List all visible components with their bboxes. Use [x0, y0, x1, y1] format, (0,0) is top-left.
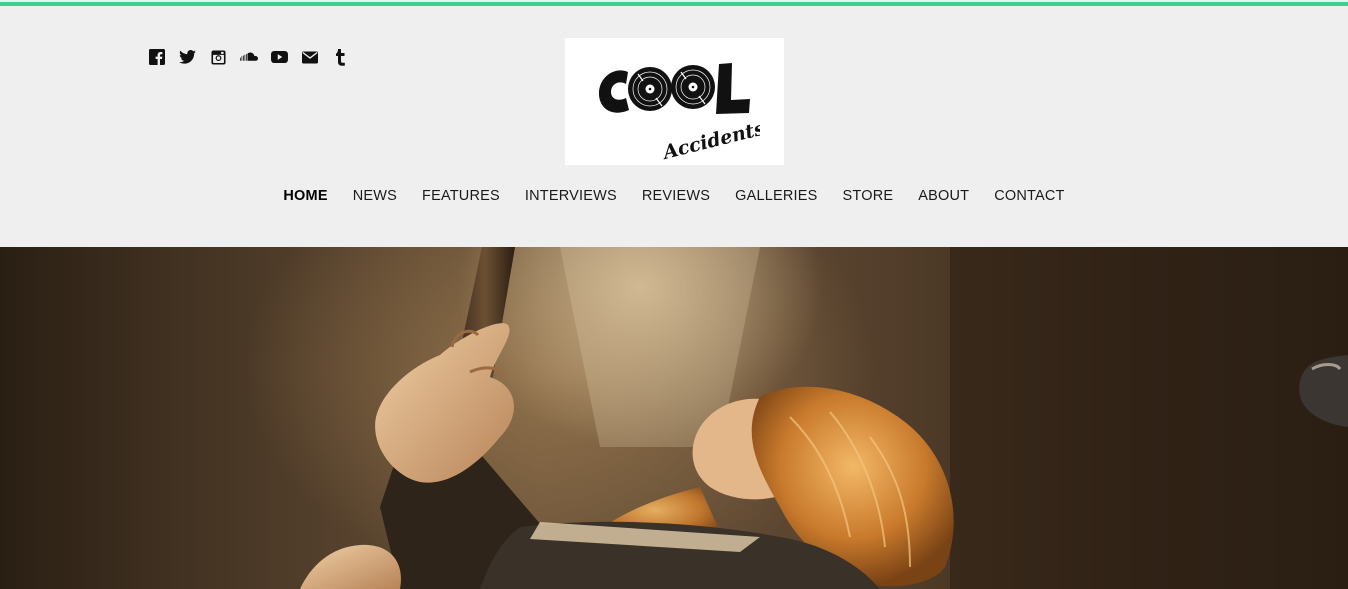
- social-links: [148, 47, 362, 67]
- concert-photo: [300, 247, 1348, 589]
- nav-item-store[interactable]: STORE: [843, 188, 894, 204]
- site-logo[interactable]: Accidents: [565, 38, 784, 165]
- nav-item-about[interactable]: ABOUT: [918, 188, 969, 204]
- tumblr-icon[interactable]: [332, 48, 350, 66]
- soundcloud-icon[interactable]: [239, 48, 258, 66]
- facebook-icon[interactable]: [148, 48, 166, 66]
- nav-list: HOME NEWS FEATURES INTERVIEWS REVIEWS GA…: [271, 188, 1077, 204]
- email-icon[interactable]: [301, 48, 319, 66]
- nav-item-interviews[interactable]: INTERVIEWS: [525, 188, 617, 204]
- nav-item-galleries[interactable]: GALLERIES: [735, 188, 817, 204]
- logo-subtitle: Accidents: [659, 117, 760, 160]
- hero-image[interactable]: [0, 247, 1348, 589]
- twitter-icon[interactable]: [179, 48, 197, 66]
- instagram-icon[interactable]: [209, 48, 227, 66]
- youtube-icon[interactable]: [270, 48, 288, 66]
- main-navigation: HOME NEWS FEATURES INTERVIEWS REVIEWS GA…: [0, 185, 1348, 207]
- nav-item-home[interactable]: HOME: [283, 188, 327, 204]
- cool-accidents-logo: Accidents: [598, 62, 760, 160]
- nav-item-features[interactable]: FEATURES: [422, 188, 500, 204]
- nav-item-reviews[interactable]: REVIEWS: [642, 188, 710, 204]
- site-header: Accidents HOME NEWS FEATURES INTERVIEWS …: [0, 6, 1348, 247]
- nav-item-contact[interactable]: CONTACT: [994, 188, 1064, 204]
- nav-item-news[interactable]: NEWS: [353, 188, 397, 204]
